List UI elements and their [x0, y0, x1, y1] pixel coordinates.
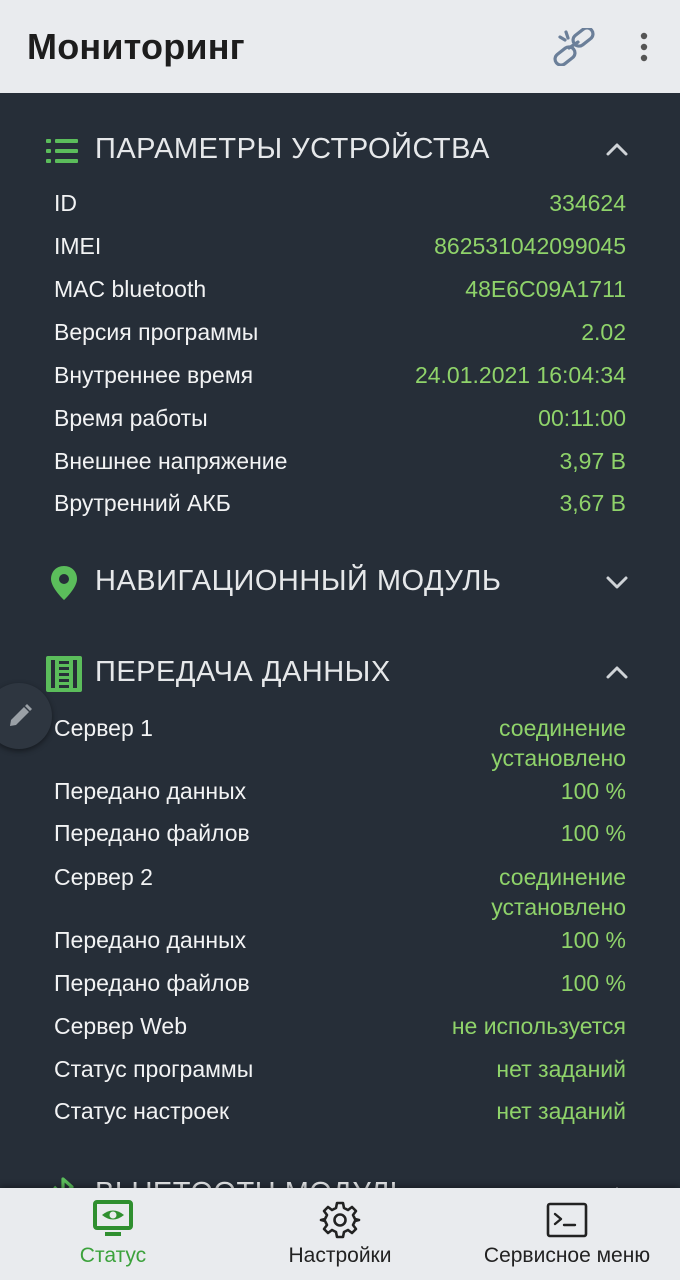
row-label: Передано файлов: [54, 820, 250, 846]
section-header-navigation[interactable]: НАВИГАЦИОННЫЙ МОДУЛЬ: [0, 553, 680, 613]
row-value: 100 %: [560, 970, 626, 996]
section-header-transfer[interactable]: ПЕРЕДАЧА ДАННЫХ: [0, 644, 680, 704]
overflow-menu-button[interactable]: [630, 30, 658, 66]
row-value: 862531042099045: [434, 233, 626, 259]
row-label: Передано данных: [54, 778, 247, 804]
location-pin-icon: [51, 566, 77, 600]
list-icon: [46, 139, 78, 163]
row-label: MAC bluetooth: [54, 276, 207, 302]
monitoring-content[interactable]: ПАРАМЕТРЫ УСТРОЙСТВА ID 334624 IMEI 8625…: [0, 93, 680, 1188]
row-label: Время работы: [54, 405, 208, 431]
chevron-up-icon[interactable]: [604, 137, 630, 163]
page-title: Мониторинг: [27, 26, 245, 67]
pencil-icon: [10, 704, 32, 726]
bottom-navigation: Статус Настройки Сервисное меню: [0, 1188, 680, 1280]
row-label: ID: [54, 190, 77, 216]
row-label: Сервер Web: [54, 1013, 188, 1039]
row-value: 24.01.2021 16:04:34: [414, 362, 626, 388]
chevron-up-icon[interactable]: [604, 660, 630, 686]
nav-label: Настройки: [288, 1244, 392, 1267]
row-value: нет заданий: [496, 1056, 626, 1082]
row-value: 100 %: [560, 820, 626, 846]
server-icon: [46, 656, 82, 692]
row-label: Передано файлов: [54, 970, 250, 996]
link-broken-icon: [553, 26, 595, 67]
row-value: соединение установлено: [491, 864, 626, 920]
row-label: Версия программы: [54, 319, 259, 345]
bluetooth-icon: [53, 1177, 74, 1188]
info-row: Сервер 2 соединение установлено: [54, 862, 626, 922]
terminal-icon: [546, 1202, 588, 1238]
row-label: Сервер 2: [54, 864, 153, 890]
row-value: 3,67 В: [559, 490, 627, 516]
section-header-device[interactable]: ПАРАМЕТРЫ УСТРОЙСТВА: [0, 121, 680, 181]
gear-icon: [319, 1201, 361, 1239]
row-value: нет заданий: [496, 1098, 626, 1124]
chevron-up-icon[interactable]: [604, 1181, 630, 1188]
section-title: ПАРАМЕТРЫ УСТРОЙСТВА: [95, 133, 490, 165]
row-label: Сервер 1: [54, 715, 153, 741]
row-value: 2.02: [581, 319, 626, 345]
section-header-bluetooth[interactable]: BLUETOOTH МОДУЛЬ: [0, 1165, 680, 1188]
row-label: Внешнее напряжение: [54, 448, 288, 474]
more-vertical-icon: [640, 32, 648, 62]
monitor-eye-icon: [93, 1200, 133, 1236]
row-label: Статус настроек: [54, 1098, 230, 1124]
row-value: 334624: [549, 190, 626, 216]
row-label: IMEI: [54, 233, 102, 259]
nav-item-service-menu[interactable]: Сервисное меню: [454, 1188, 680, 1280]
nav-label: Статус: [79, 1244, 147, 1267]
nav-item-settings[interactable]: Настройки: [226, 1188, 454, 1280]
section-title: BLUETOOTH МОДУЛЬ: [95, 1177, 409, 1188]
row-value: 3,97 В: [559, 448, 627, 474]
row-label: Врутренний АКБ: [54, 490, 231, 516]
row-label: Передано данных: [54, 927, 247, 953]
row-label: Внутреннее время: [54, 362, 254, 388]
link-button[interactable]: [552, 26, 596, 67]
app-bar: Мониторинг: [0, 0, 680, 93]
info-row: Сервер 1 соединение установлено: [54, 713, 626, 773]
row-value: 100 %: [560, 778, 626, 804]
row-value: 100 %: [560, 927, 626, 953]
section-title: НАВИГАЦИОННЫЙ МОДУЛЬ: [95, 565, 502, 597]
row-value: 00:11:00: [538, 405, 626, 431]
chevron-down-icon[interactable]: [604, 569, 630, 595]
nav-label: Сервисное меню: [483, 1244, 651, 1267]
row-value: соединение установлено: [491, 715, 626, 771]
row-value: не используется: [451, 1013, 626, 1039]
nav-item-status[interactable]: Статус: [0, 1188, 226, 1280]
section-title: ПЕРЕДАЧА ДАННЫХ: [95, 656, 391, 688]
row-value: 48E6C09A1711: [465, 276, 626, 302]
row-label: Статус программы: [54, 1056, 254, 1082]
